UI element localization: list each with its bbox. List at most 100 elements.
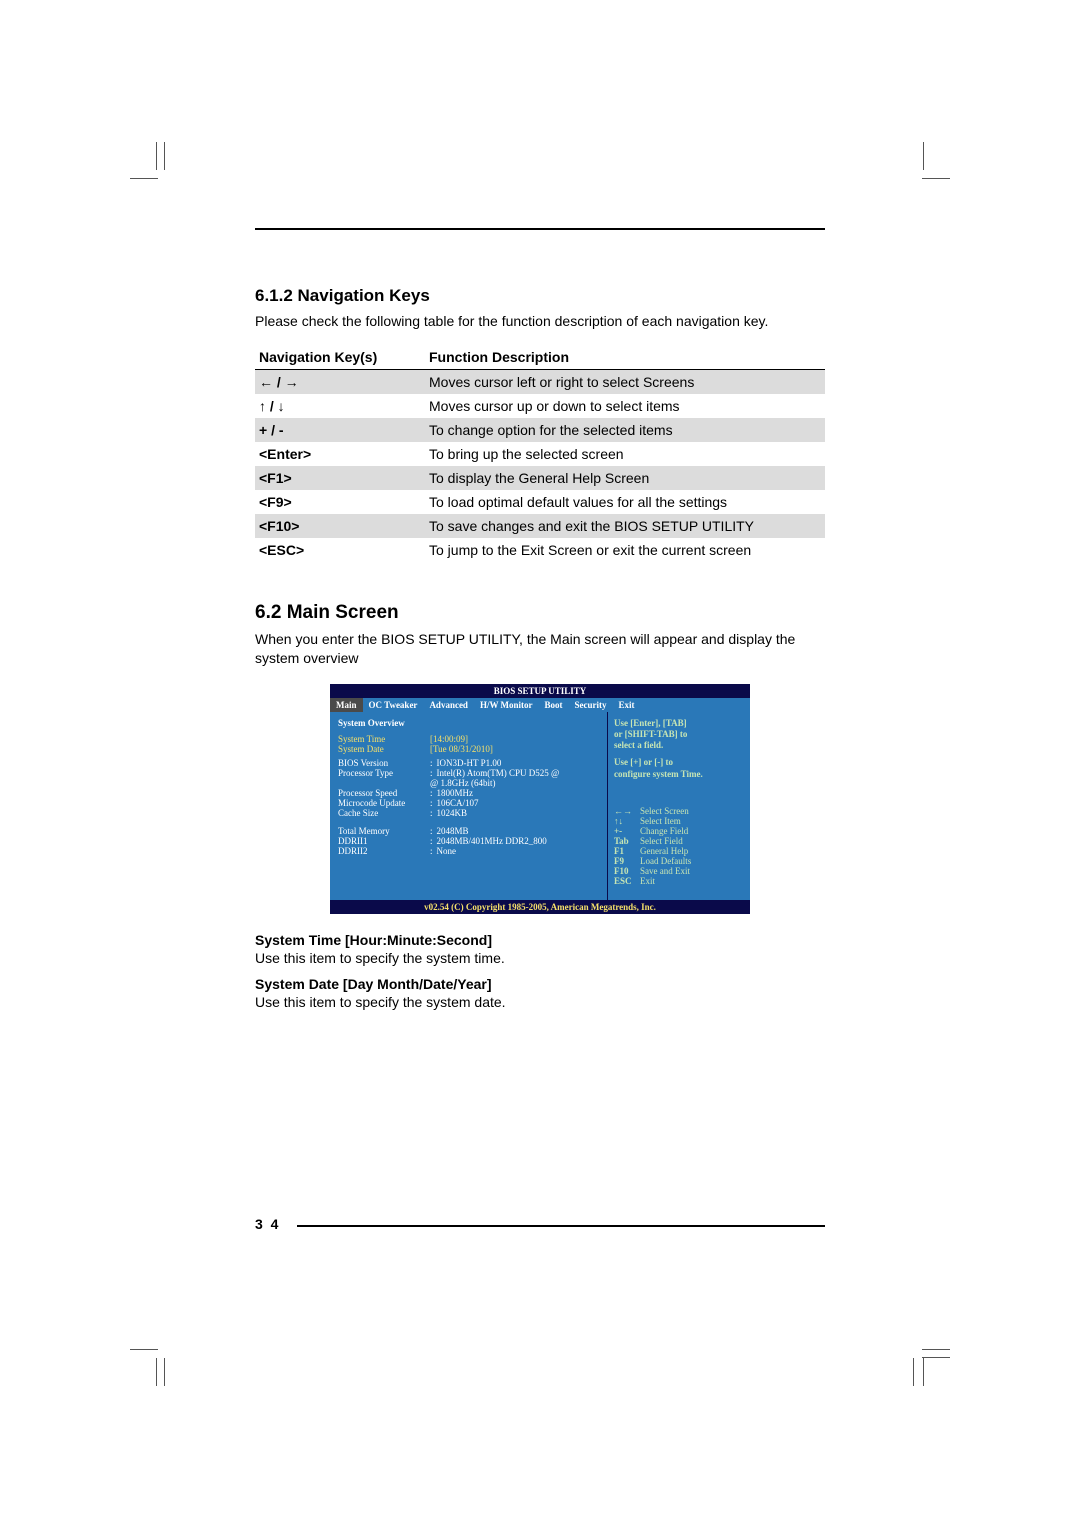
nav-heading: 6.1.2 Navigation Keys xyxy=(255,286,825,306)
key-plus-minus: + / - xyxy=(255,418,425,442)
cell: Moves cursor up or down to select items xyxy=(425,394,825,418)
bios-row-label: Processor Type xyxy=(338,768,430,778)
arrow-left-icon: ← xyxy=(259,374,273,390)
bios-time-value: [14:00:09] xyxy=(430,734,599,744)
legend-desc: Load Defaults xyxy=(640,856,691,866)
bios-row-value: 106CA/107 xyxy=(430,798,599,808)
page-footer: 3 4 xyxy=(255,1210,825,1238)
legend-desc: Change Field xyxy=(640,826,688,836)
page-number: 3 4 xyxy=(255,1216,280,1232)
bios-help-line: or [SHIFT-TAB] to xyxy=(614,729,744,740)
bios-tab-security: Security xyxy=(569,698,613,712)
cell: Moves cursor left or right to select Scr… xyxy=(425,369,825,394)
bios-mem-label: Total Memory xyxy=(338,826,430,836)
key-esc: <ESC> xyxy=(255,538,425,562)
legend-key: F1 xyxy=(614,846,640,856)
bios-tab-boot: Boot xyxy=(539,698,569,712)
table-row: <F9> To load optimal default values for … xyxy=(255,490,825,514)
key-left-right: ← / → xyxy=(255,369,425,394)
arrow-right-icon: → xyxy=(285,374,299,390)
bios-date-value: [Tue 08/31/2010] xyxy=(430,744,599,754)
cell: To save changes and exit the BIOS SETUP … xyxy=(425,514,825,538)
table-header-row: Navigation Key(s) Function Description xyxy=(255,347,825,370)
legend-key: +- xyxy=(614,826,640,836)
legend-key: ↑↓ xyxy=(614,816,640,826)
bios-left-pane: System Overview System Time [14:00:09] S… xyxy=(330,712,607,900)
cell: To bring up the selected screen xyxy=(425,442,825,466)
bios-mem-label: DDRII2 xyxy=(338,846,430,856)
key-up-down: ↑ / ↓ xyxy=(255,394,425,418)
bios-row-label: Microcode Update xyxy=(338,798,430,808)
nav-intro: Please check the following table for the… xyxy=(255,312,825,331)
bios-key-legend: ←→Select Screen ↑↓Select Item +-Change F… xyxy=(614,806,744,886)
table-row: <Enter> To bring up the selected screen xyxy=(255,442,825,466)
table-row: + / - To change option for the selected … xyxy=(255,418,825,442)
legend-key: ESC xyxy=(614,876,640,886)
legend-desc: Exit xyxy=(640,876,655,886)
cell: To display the General Help Screen xyxy=(425,466,825,490)
bios-row-value: 1800MHz xyxy=(430,788,599,798)
legend-key: ←→ xyxy=(614,806,640,816)
bios-row-value: @ 1.8GHz (64bit) xyxy=(430,778,599,788)
time-subhead: System Time [Hour:Minute:Second] xyxy=(255,932,825,948)
cell: To jump to the Exit Screen or exit the c… xyxy=(425,538,825,562)
bios-help-pane: Use [Enter], [TAB] or [SHIFT-TAB] to sel… xyxy=(607,712,750,900)
bios-row-label xyxy=(338,778,430,788)
bios-row-label: BIOS Version xyxy=(338,758,430,768)
bios-row-value: ION3D-HT P1.00 xyxy=(430,758,599,768)
key-f10: <F10> xyxy=(255,514,425,538)
th-key: Navigation Key(s) xyxy=(255,347,425,370)
footer-rule xyxy=(297,1225,825,1227)
bios-footer: v02.54 (C) Copyright 1985-2005, American… xyxy=(330,900,750,914)
bios-row-label: Cache Size xyxy=(338,808,430,818)
legend-key: Tab xyxy=(614,836,640,846)
nav-keys-table: Navigation Key(s) Function Description ←… xyxy=(255,347,825,562)
th-desc: Function Description xyxy=(425,347,825,370)
bios-tab-oc: OC Tweaker xyxy=(363,698,424,712)
legend-desc: Select Item xyxy=(640,816,681,826)
bios-screenshot: BIOS SETUP UTILITY Main OC Tweaker Advan… xyxy=(330,684,750,914)
bios-help-line: Use [Enter], [TAB] xyxy=(614,718,744,729)
legend-desc: Select Screen xyxy=(640,806,689,816)
bios-mem-value: 2048MB xyxy=(430,826,599,836)
legend-key: F9 xyxy=(614,856,640,866)
date-subhead: System Date [Day Month/Date/Year] xyxy=(255,976,825,992)
bios-title: BIOS SETUP UTILITY xyxy=(330,684,750,698)
bios-tab-main: Main xyxy=(330,698,363,712)
main-heading: 6.2 Main Screen xyxy=(255,602,825,624)
key-enter: <Enter> xyxy=(255,442,425,466)
bios-tab-advanced: Advanced xyxy=(423,698,474,712)
arrow-down-icon: ↓ xyxy=(278,398,285,414)
bios-date-label: System Date xyxy=(338,744,430,754)
bios-row-value: 1024KB xyxy=(430,808,599,818)
table-row: ← / → Moves cursor left or right to sele… xyxy=(255,369,825,394)
arrow-up-icon: ↑ xyxy=(259,398,266,414)
table-row: ↑ / ↓ Moves cursor up or down to select … xyxy=(255,394,825,418)
main-intro: When you enter the BIOS SETUP UTILITY, t… xyxy=(255,630,825,668)
legend-desc: Select Field xyxy=(640,836,683,846)
cell: To load optimal default values for all t… xyxy=(425,490,825,514)
bios-row-value: Intel(R) Atom(TM) CPU D525 @ xyxy=(430,768,599,778)
bios-tab-hw: H/W Monitor xyxy=(474,698,539,712)
table-row: <F1> To display the General Help Screen xyxy=(255,466,825,490)
bios-help-line: select a field. xyxy=(614,740,744,751)
legend-key: F10 xyxy=(614,866,640,876)
bios-help-line: configure system Time. xyxy=(614,769,744,780)
bios-tabs: Main OC Tweaker Advanced H/W Monitor Boo… xyxy=(330,698,750,712)
bios-mem-label: DDRII1 xyxy=(338,836,430,846)
bios-mem-value: 2048MB/401MHz DDR2_800 xyxy=(430,836,599,846)
key-f9: <F9> xyxy=(255,490,425,514)
top-rule xyxy=(255,228,825,230)
legend-desc: General Help xyxy=(640,846,688,856)
table-row: <ESC> To jump to the Exit Screen or exit… xyxy=(255,538,825,562)
legend-desc: Save and Exit xyxy=(640,866,690,876)
bios-mem-value: None xyxy=(430,846,599,856)
bios-help-line: Use [+] or [-] to xyxy=(614,757,744,768)
bios-tab-exit: Exit xyxy=(613,698,641,712)
bios-section: System Overview xyxy=(338,718,599,728)
time-body: Use this item to specify the system time… xyxy=(255,950,825,966)
bios-row-label: Processor Speed xyxy=(338,788,430,798)
table-row: <F10> To save changes and exit the BIOS … xyxy=(255,514,825,538)
page-content: 6.1.2 Navigation Keys Please check the f… xyxy=(255,228,825,1020)
bios-time-label: System Time xyxy=(338,734,430,744)
